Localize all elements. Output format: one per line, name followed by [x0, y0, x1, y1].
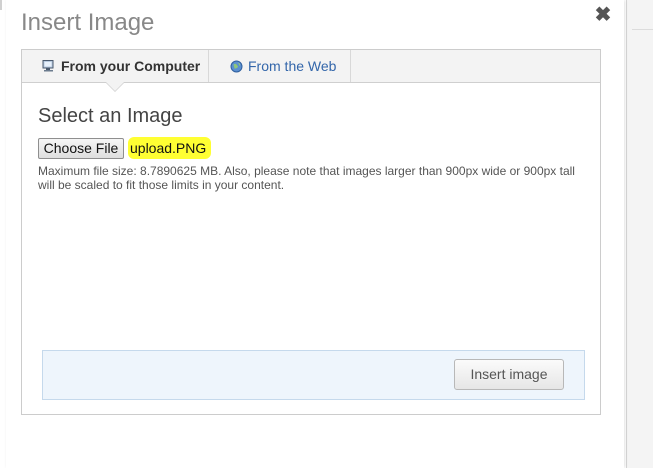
selected-file-name: upload.PNG — [128, 137, 212, 159]
backdrop-divider — [632, 29, 653, 30]
tab-from-computer-label: From your Computer — [61, 58, 201, 74]
dialog-footer: Insert image — [42, 350, 585, 400]
computer-icon — [42, 60, 55, 72]
tab-from-web[interactable]: From the Web — [209, 50, 351, 82]
close-icon[interactable]: ✖ — [594, 5, 612, 25]
backdrop-edge — [0, 0, 2, 10]
choose-file-button[interactable]: Choose File — [38, 138, 124, 159]
dialog-title: Insert Image — [21, 9, 155, 36]
insert-image-dialog: Insert Image ✖ From your Computer From t… — [6, 0, 624, 468]
select-image-heading: Select an Image — [38, 105, 183, 127]
insert-image-button[interactable]: Insert image — [454, 359, 564, 390]
page-backdrop — [626, 0, 653, 468]
dialog-panel: From your Computer From the Web Select a… — [21, 49, 601, 415]
file-size-note: Maximum file size: 8.7890625 MB. Also, p… — [38, 164, 575, 192]
tab-bar: From your Computer From the Web — [22, 50, 600, 83]
tab-from-computer[interactable]: From your Computer — [22, 50, 209, 82]
globe-icon — [230, 60, 243, 73]
tab-from-web-label: From the Web — [248, 58, 337, 74]
